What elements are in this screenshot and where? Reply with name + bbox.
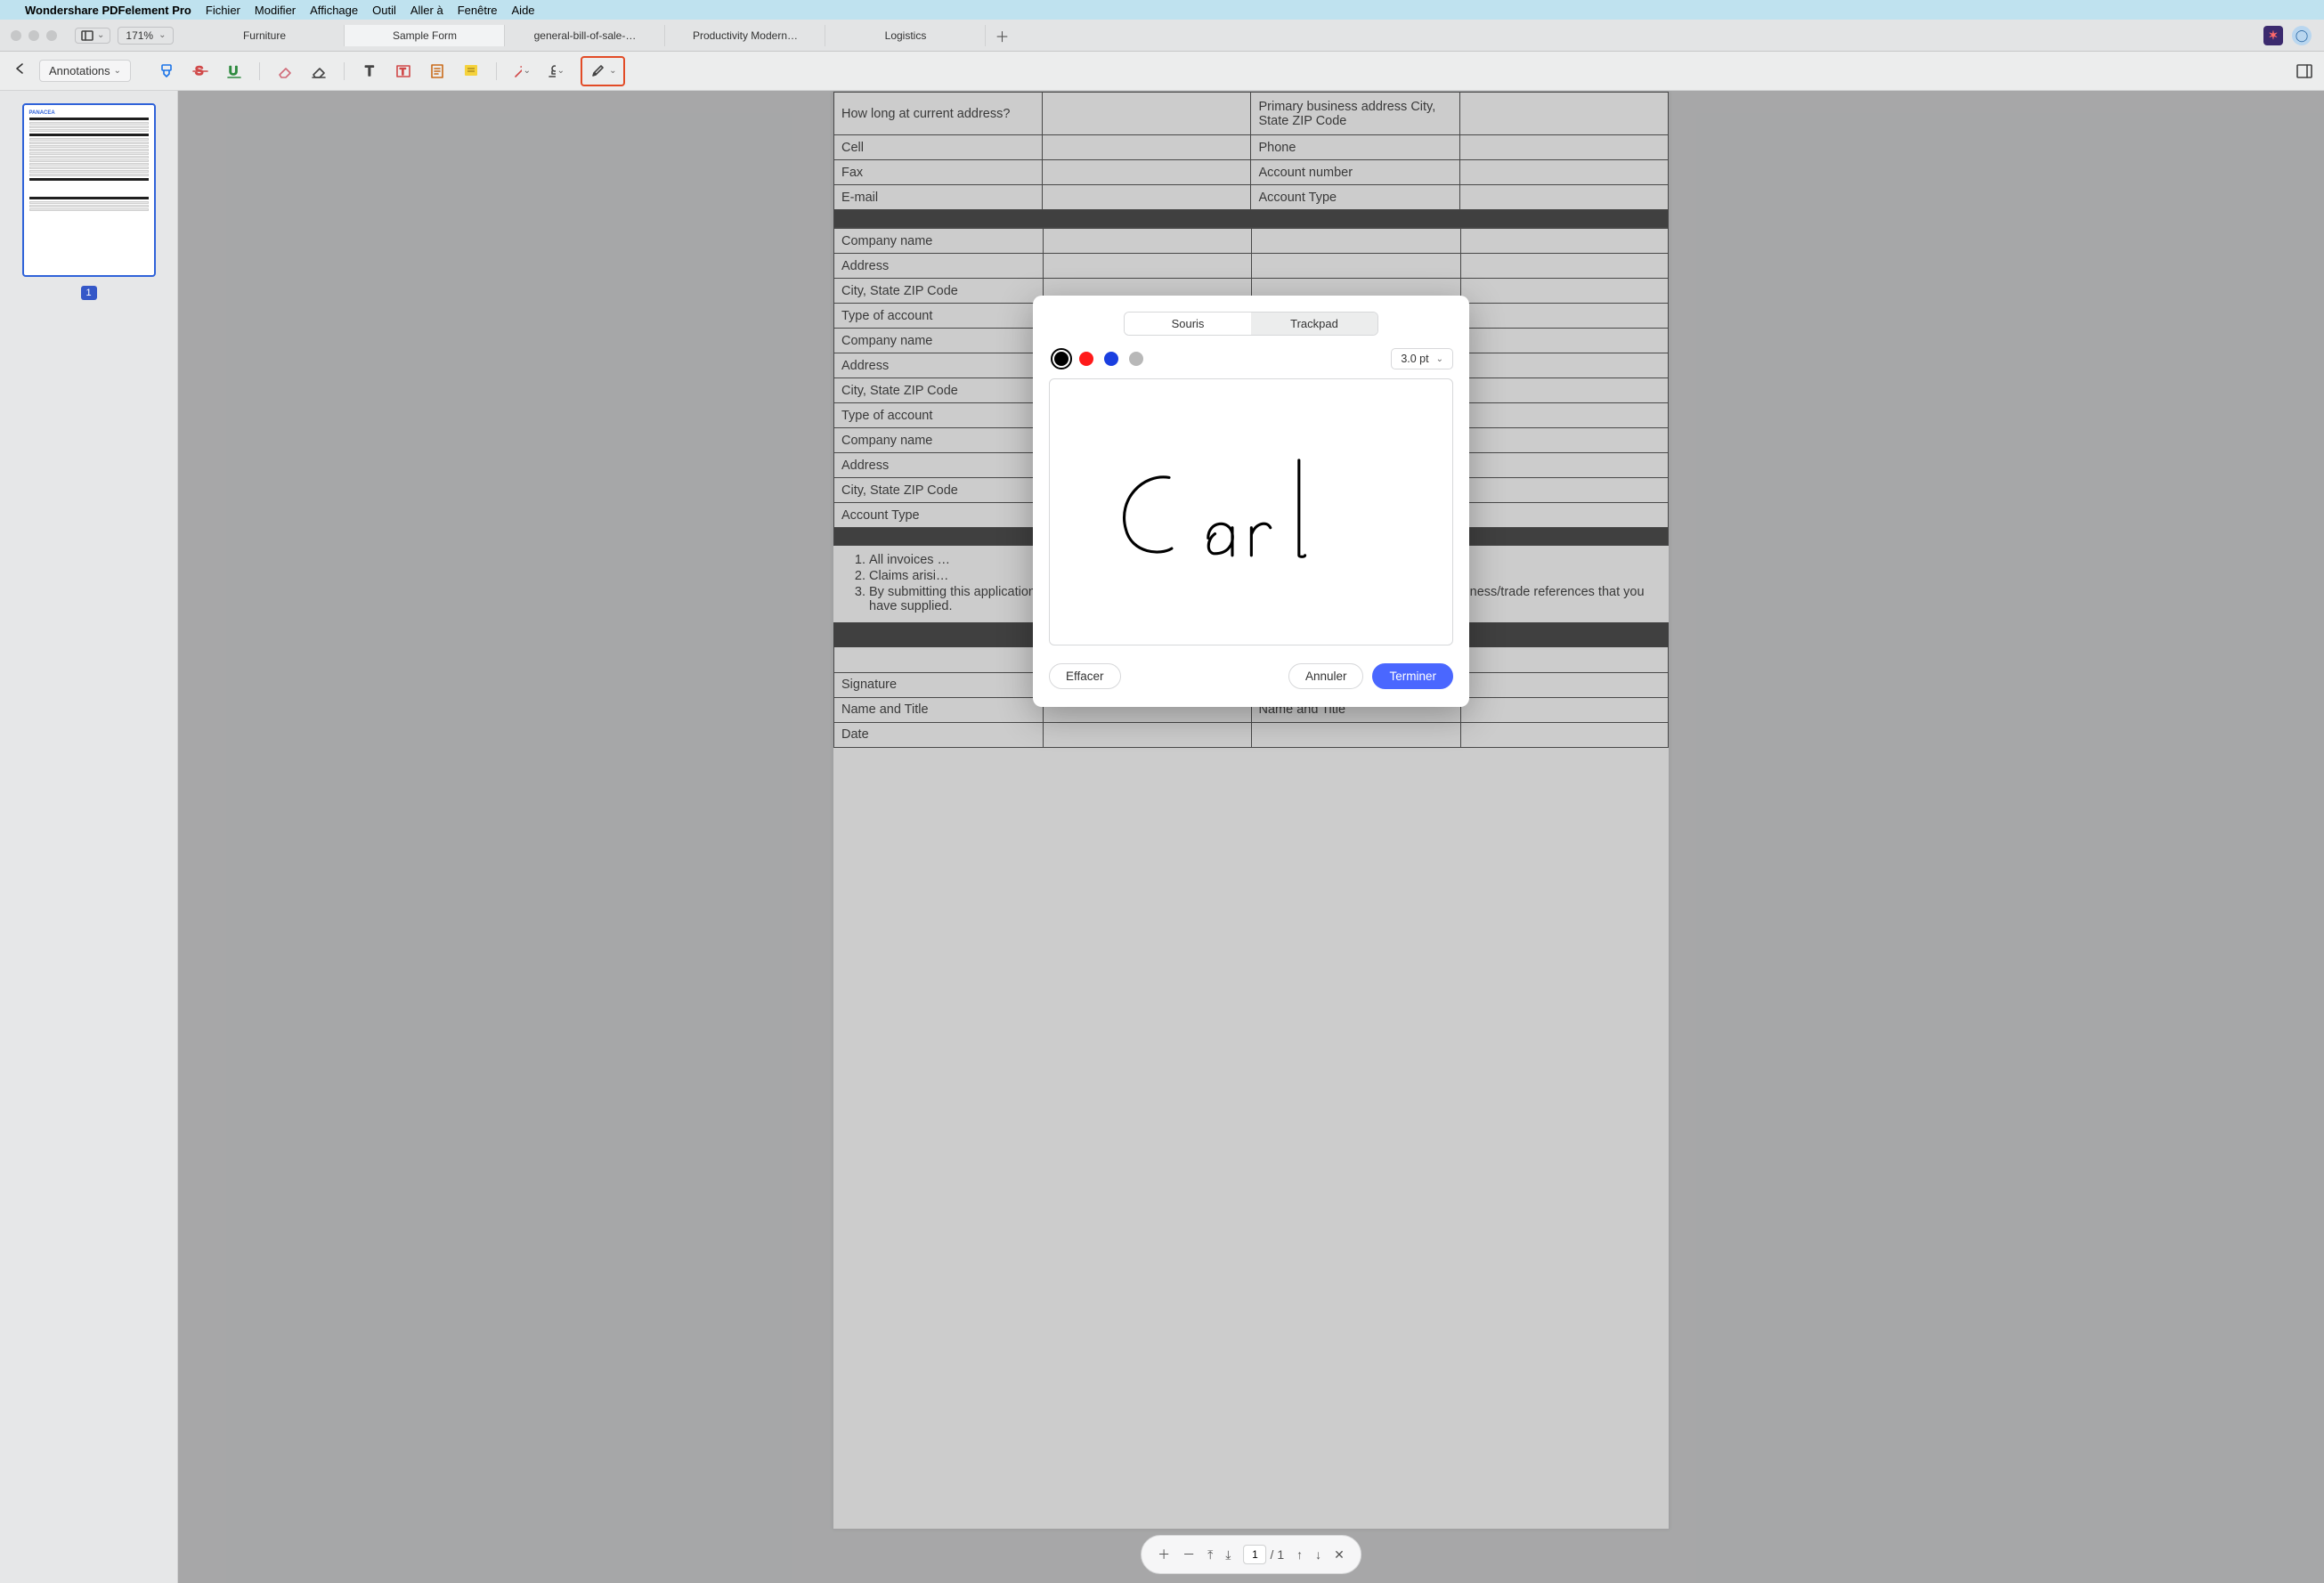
cancel-button[interactable]: Annuler xyxy=(1288,663,1364,689)
add-tab-button[interactable]: ＋ xyxy=(986,25,1018,46)
chevron-down-icon: ⌄ xyxy=(1436,354,1443,364)
thumbnails-panel: PANACEA 1 xyxy=(0,91,178,1583)
arrow-tool[interactable]: ⌄ xyxy=(513,62,531,80)
annotations-dropdown[interactable]: Annotations ⌄ xyxy=(39,60,131,82)
menu-modifier[interactable]: Modifier xyxy=(255,4,296,17)
window-titlebar: ⌄ 171% ⌄ Furniture Sample Form general-b… xyxy=(0,20,2324,52)
segment-trackpad[interactable]: Trackpad xyxy=(1251,313,1377,335)
color-swatches xyxy=(1054,352,1143,366)
chevron-down-icon: ⌄ xyxy=(609,66,616,76)
menu-outil[interactable]: Outil xyxy=(372,4,396,17)
input-method-segment: Souris Trackpad xyxy=(1124,312,1378,336)
menu-fenetre[interactable]: Fenêtre xyxy=(458,4,498,17)
tab-furniture[interactable]: Furniture xyxy=(184,25,345,46)
menu-affichage[interactable]: Affichage xyxy=(310,4,358,17)
thumb-title: PANACEA xyxy=(29,110,149,116)
stamp-icon xyxy=(547,63,556,79)
area-eraser-tool[interactable] xyxy=(310,62,328,80)
stamp-tool[interactable]: ⌄ xyxy=(547,62,565,80)
text-box-tool[interactable]: T xyxy=(394,62,412,80)
separator xyxy=(496,62,497,80)
color-black[interactable] xyxy=(1054,352,1069,366)
text-box-icon: T xyxy=(395,63,411,79)
traffic-lights xyxy=(0,30,68,41)
signature-canvas[interactable] xyxy=(1049,378,1453,645)
sidebar-toggle[interactable]: ⌄ xyxy=(75,28,110,44)
separator xyxy=(344,62,345,80)
arrow-icon xyxy=(513,63,522,79)
minimize-window-button[interactable] xyxy=(28,30,39,41)
separator xyxy=(259,62,260,80)
text-tool[interactable]: T xyxy=(361,62,378,80)
underline-tool[interactable]: U xyxy=(225,62,243,80)
zoom-value: 171% xyxy=(126,29,153,42)
chevron-down-icon: ⌄ xyxy=(114,66,121,76)
svg-text:S: S xyxy=(195,63,203,77)
eraser-tool[interactable] xyxy=(276,62,294,80)
signature-modal: Souris Trackpad 3.0 pt ⌄ xyxy=(1033,296,1469,707)
brand-badge-icon[interactable]: ✶ xyxy=(2263,26,2283,45)
zoom-selector[interactable]: 171% ⌄ xyxy=(118,27,174,45)
handwriting-preview xyxy=(1078,409,1425,615)
stroke-width-value: 3.0 pt xyxy=(1401,353,1428,365)
note-tool[interactable] xyxy=(428,62,446,80)
document-canvas[interactable]: How long at current address?Primary busi… xyxy=(178,91,2324,1583)
svg-text:T: T xyxy=(400,67,406,77)
color-gray[interactable] xyxy=(1129,352,1143,366)
chevron-left-icon xyxy=(14,62,25,75)
panel-right-icon xyxy=(2296,64,2312,78)
tab-bill-of-sale[interactable]: general-bill-of-sale-… xyxy=(505,25,665,46)
user-avatar[interactable]: ◯ xyxy=(2292,26,2312,45)
chevron-down-icon: ⌄ xyxy=(557,66,565,76)
menu-aide[interactable]: Aide xyxy=(512,4,535,17)
annotation-toolbar: Annotations ⌄ S U T T xyxy=(0,52,2324,91)
highlight-tool[interactable] xyxy=(158,62,175,80)
done-button[interactable]: Terminer xyxy=(1372,663,1453,689)
svg-text:U: U xyxy=(229,63,238,77)
strikethrough-tool[interactable]: S xyxy=(191,62,209,80)
sticky-icon xyxy=(463,63,479,79)
svg-text:T: T xyxy=(365,64,374,79)
segment-mouse[interactable]: Souris xyxy=(1125,313,1251,335)
text-icon: T xyxy=(362,63,378,79)
color-red[interactable] xyxy=(1079,352,1093,366)
clear-button[interactable]: Effacer xyxy=(1049,663,1121,689)
app-name[interactable]: Wondershare PDFelement Pro xyxy=(25,4,191,17)
page-thumbnail[interactable]: PANACEA xyxy=(22,103,156,277)
underline-icon: U xyxy=(226,63,242,79)
tab-sample-form[interactable]: Sample Form xyxy=(345,25,505,46)
tab-productivity[interactable]: Productivity Modern… xyxy=(665,25,825,46)
highlighter-icon xyxy=(158,63,175,79)
stroke-width-select[interactable]: 3.0 pt ⌄ xyxy=(1391,348,1453,369)
chevron-down-icon: ⌄ xyxy=(524,66,531,76)
signature-tool[interactable]: ⌄ xyxy=(581,56,625,86)
workspace: PANACEA 1 How long at current address?Pr… xyxy=(0,91,2324,1583)
color-blue[interactable] xyxy=(1104,352,1118,366)
menu-fichier[interactable]: Fichier xyxy=(206,4,240,17)
eraser-icon xyxy=(277,63,293,79)
pen-nib-icon xyxy=(589,63,605,79)
back-button[interactable] xyxy=(11,62,28,79)
chevron-down-icon: ⌄ xyxy=(158,30,166,40)
sticky-note-tool[interactable] xyxy=(462,62,480,80)
note-icon xyxy=(429,63,445,79)
menu-aller-a[interactable]: Aller à xyxy=(410,4,443,17)
page-number-badge[interactable]: 1 xyxy=(81,286,97,300)
chevron-down-icon: ⌄ xyxy=(97,30,104,40)
macos-menubar: Wondershare PDFelement Pro Fichier Modif… xyxy=(0,0,2324,20)
panel-icon xyxy=(81,30,93,41)
signature-modal-backdrop: Souris Trackpad 3.0 pt ⌄ xyxy=(178,91,2324,1583)
annotations-label: Annotations xyxy=(49,64,110,77)
fullscreen-window-button[interactable] xyxy=(46,30,57,41)
strikethrough-icon: S xyxy=(192,63,208,79)
tab-logistics[interactable]: Logistics xyxy=(825,25,986,46)
document-tabs: Furniture Sample Form general-bill-of-sa… xyxy=(184,25,2255,46)
area-eraser-icon xyxy=(311,63,327,79)
close-window-button[interactable] xyxy=(11,30,21,41)
panel-right-toggle[interactable] xyxy=(2296,62,2313,80)
